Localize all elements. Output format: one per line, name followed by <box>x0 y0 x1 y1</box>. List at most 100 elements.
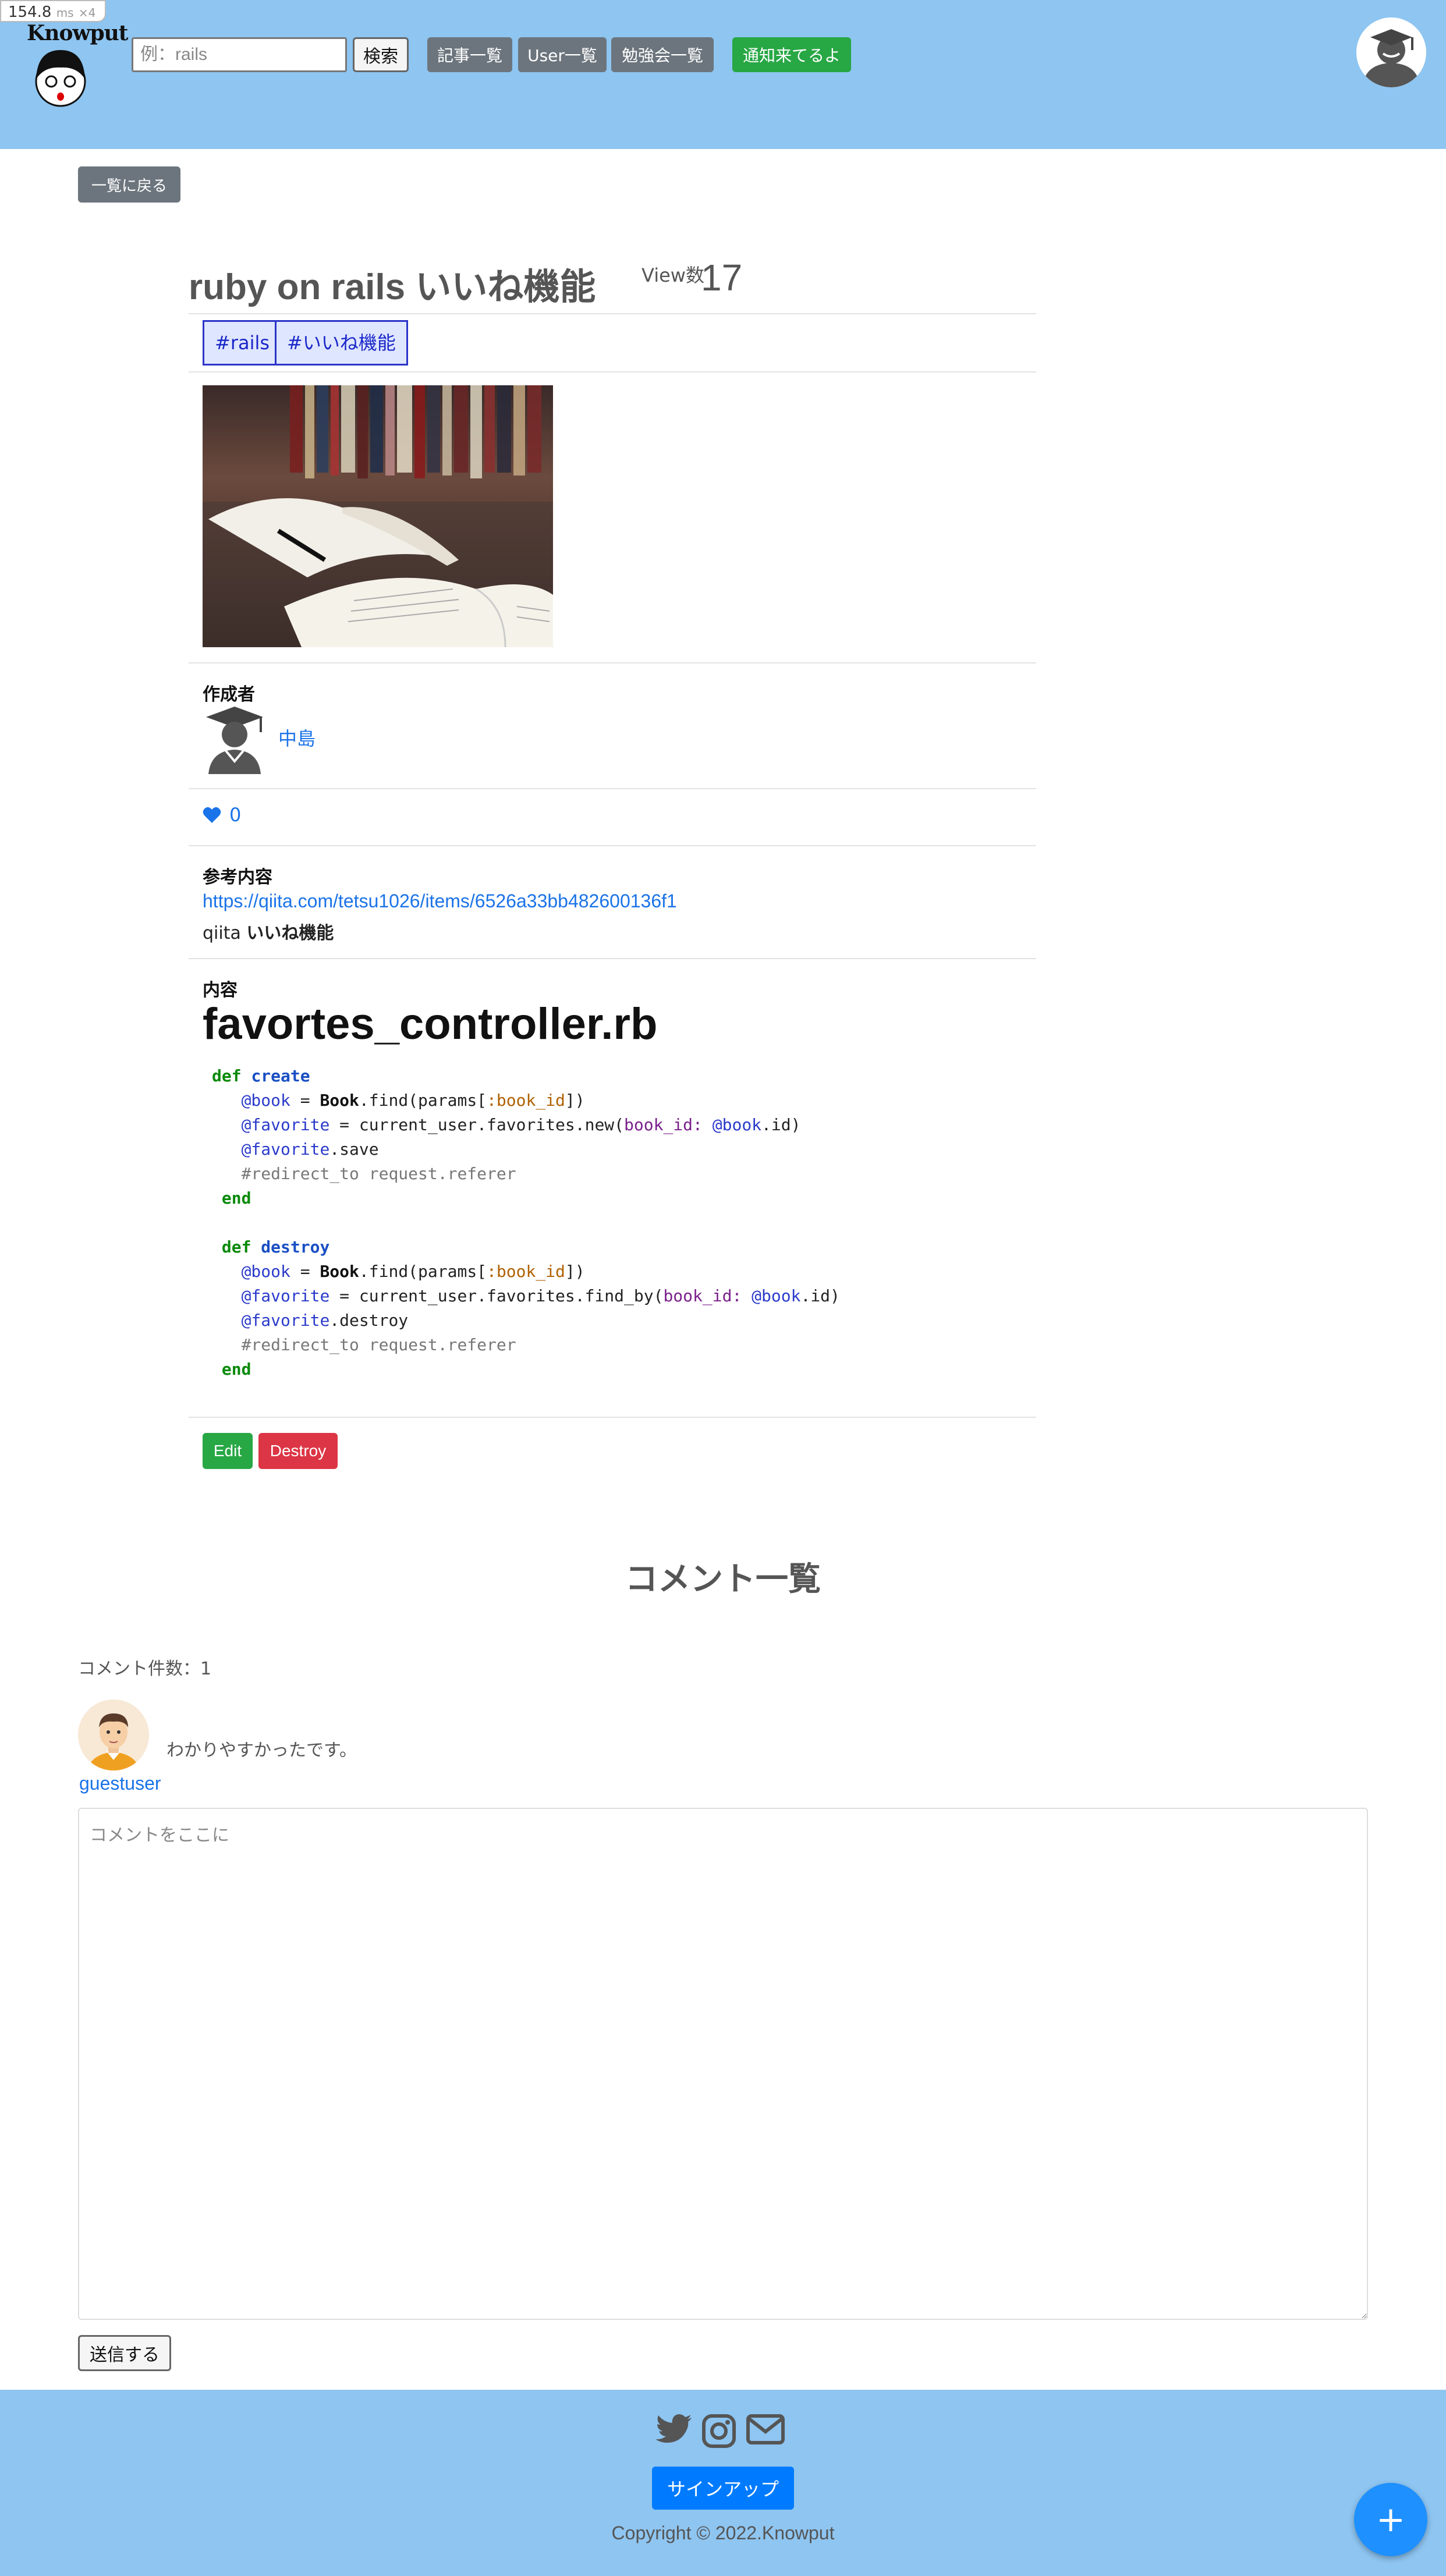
mail-icon <box>746 2414 785 2444</box>
code-token: :book_id <box>487 1091 565 1110</box>
code-token: @book <box>752 1286 801 1305</box>
code-token: ]) <box>565 1091 585 1110</box>
reference-topic: いいね機能 <box>246 923 334 943</box>
user-avatar[interactable] <box>1356 17 1426 87</box>
perf-value: 154.8 <box>8 3 52 21</box>
divider <box>189 845 1036 846</box>
code-line: @favorite = current_user.favorites.find_… <box>212 1284 1027 1308</box>
submit-comment-button[interactable]: 送信する <box>78 2335 171 2371</box>
code-token: Book <box>320 1262 359 1281</box>
code-token: book_id: <box>663 1286 742 1305</box>
code-token: ]) <box>565 1262 585 1281</box>
destroy-button[interactable]: Destroy <box>258 1433 338 1469</box>
code-line: @book = Book.find(params[:book_id]) <box>212 1088 1027 1113</box>
code-line: @favorite.destroy <box>212 1308 1027 1333</box>
comment-input[interactable] <box>78 1808 1368 2320</box>
search-button[interactable]: 検索 <box>353 37 409 72</box>
author-avatar[interactable] <box>203 704 267 774</box>
tag-rails[interactable]: #rails <box>203 320 282 366</box>
instagram-link[interactable] <box>702 2414 736 2450</box>
nav-articles-button[interactable]: 記事一覧 <box>427 37 512 72</box>
code-line: #redirect_to request.referer <box>212 1333 1027 1357</box>
edit-button[interactable]: Edit <box>203 1433 253 1469</box>
code-token: Book <box>320 1091 359 1110</box>
comment-avatar[interactable] <box>78 1699 149 1770</box>
code-token: .find(params[ <box>359 1262 487 1281</box>
signup-button[interactable]: サインアップ <box>652 2467 794 2510</box>
code-line: def destroy <box>212 1235 1027 1259</box>
content-heading: favortes_controller.rb <box>203 999 658 1049</box>
article-title: ruby on rails いいね機能 <box>189 267 596 307</box>
code-line: @book = Book.find(params[:book_id]) <box>212 1259 1027 1284</box>
author-name-link[interactable]: 中島 <box>278 724 316 751</box>
code-token: .id) <box>800 1286 840 1305</box>
search-input[interactable] <box>132 37 347 72</box>
code-block: def create @book = Book.find(params[:boo… <box>212 1064 1027 1382</box>
perf-badge: 154.8 ms ×4 <box>0 0 106 22</box>
divider <box>189 958 1036 959</box>
site-header: Knowput 検索 記事一覧 User一覧 勉強会一覧 通知来てるよ <box>0 0 1446 149</box>
code-line: @favorite = current_user.favorites.new(b… <box>212 1113 1027 1137</box>
code-token: = current_user.favorites.find_by( <box>329 1286 664 1305</box>
code-token: = <box>290 1091 320 1110</box>
reference-url-link[interactable]: https://qiita.com/tetsu1026/items/6526a3… <box>203 890 677 912</box>
notifications-button[interactable]: 通知来てるよ <box>732 37 851 72</box>
reference-description: qiita いいね機能 <box>203 918 334 944</box>
code-token: @favorite <box>241 1286 330 1305</box>
divider <box>189 1417 1036 1418</box>
code-line: @favorite.save <box>212 1137 1027 1162</box>
nav-users-button[interactable]: User一覧 <box>518 37 607 72</box>
divider <box>189 313 1036 314</box>
graduate-icon <box>206 707 263 774</box>
reference-label: 参考内容 <box>203 867 272 888</box>
code-token: .save <box>329 1140 379 1159</box>
code-line: #redirect_to request.referer <box>212 1162 1027 1186</box>
twitter-icon <box>655 2414 692 2443</box>
comment-count: コメント件数：1 <box>78 1659 212 1679</box>
article-image <box>203 385 553 647</box>
copyright: Copyright © 2022.Knowput <box>611 2522 835 2543</box>
logo[interactable]: Knowput <box>23 17 128 111</box>
comments-title: コメント一覧 <box>625 1560 821 1598</box>
back-to-list-button[interactable]: 一覧に戻る <box>78 166 180 203</box>
like-count: 0 <box>229 804 242 826</box>
code-token: #redirect_to request.referer <box>241 1335 516 1354</box>
code-token: @book <box>241 1262 290 1281</box>
tag-like-feature[interactable]: #いいね機能 <box>275 320 408 366</box>
code-token: create <box>251 1066 310 1085</box>
view-count-label: View数 <box>642 264 704 286</box>
divider <box>189 788 1036 789</box>
code-line: end <box>212 1186 1027 1211</box>
twitter-link[interactable] <box>655 2414 693 2448</box>
divider <box>189 371 1036 372</box>
comment-text: わかりやすかったです。 <box>166 1740 357 1761</box>
user-face-icon <box>78 1699 149 1770</box>
instagram-icon <box>702 2414 736 2448</box>
nav-study-groups-button[interactable]: 勉強会一覧 <box>611 37 714 72</box>
code-line: def create <box>212 1064 1027 1088</box>
add-post-button[interactable]: + <box>1354 2483 1427 2556</box>
like-button[interactable]: 0 <box>203 803 241 826</box>
code-token: def <box>221 1237 251 1257</box>
content-label: 内容 <box>203 980 238 1000</box>
comment-user-link[interactable]: guestuser <box>79 1773 161 1794</box>
code-token: = current_user.favorites.new( <box>329 1115 625 1134</box>
graduate-avatar-icon <box>1356 17 1426 87</box>
code-token: destroy <box>261 1237 330 1257</box>
view-count: 17 <box>701 257 743 299</box>
mail-link[interactable] <box>746 2414 785 2448</box>
code-token: end <box>221 1360 251 1379</box>
